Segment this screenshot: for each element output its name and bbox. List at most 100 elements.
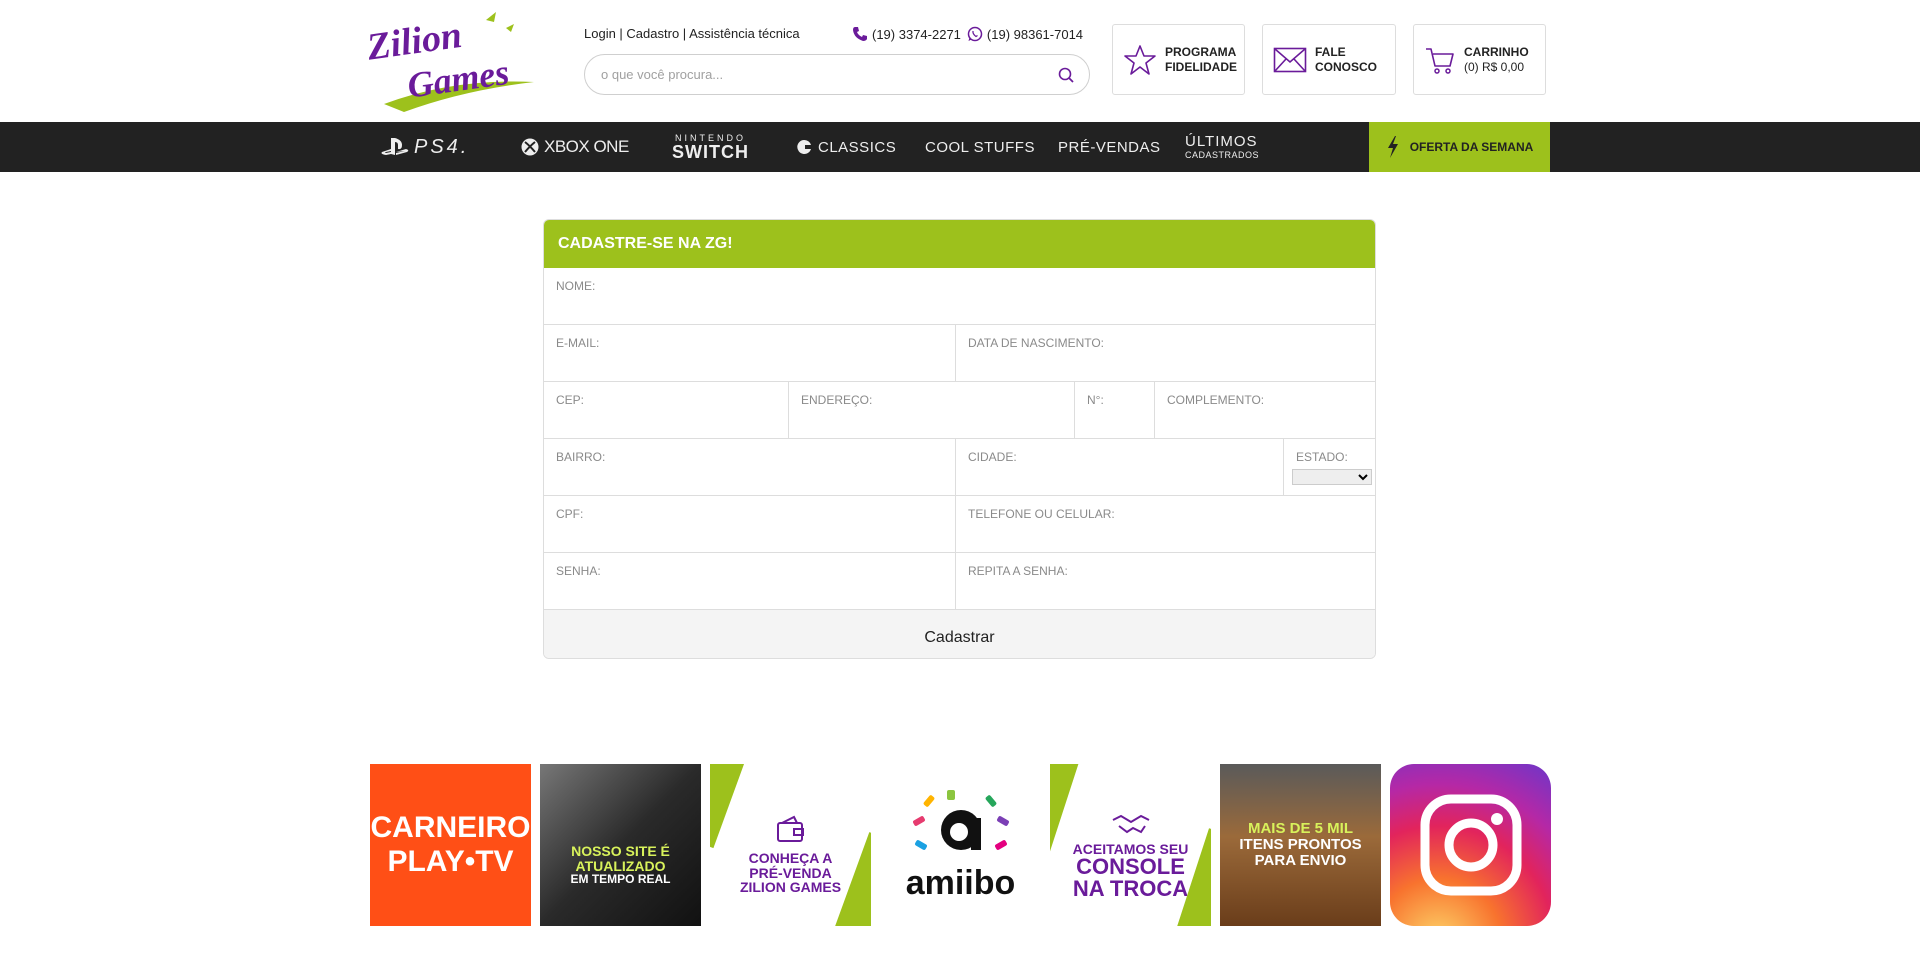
banner-site-atualizado[interactable]: NOSSO SITE É ATUALIZADO EM TEMPO REAL xyxy=(540,764,701,926)
field-endereco: ENDEREÇO: xyxy=(789,382,1075,438)
search-icon[interactable] xyxy=(1057,66,1075,84)
login-link[interactable]: Login xyxy=(584,26,616,41)
nav-classics-label: CLASSICS xyxy=(818,138,897,156)
banner-itens-line1: MAIS DE 5 MIL xyxy=(1247,820,1353,838)
nav-ps4[interactable]: PS4. xyxy=(380,122,469,172)
whatsapp-number[interactable]: (19) 98361-7014 xyxy=(967,26,1083,42)
banner-site-line2: ATUALIZADO xyxy=(575,857,666,874)
numero-input[interactable] xyxy=(1087,407,1142,429)
signup-form-title: CADASTRE-SE NA ZG! xyxy=(544,220,1375,268)
field-nome: NOME: xyxy=(544,268,1375,324)
banner-carneiro-play-tv[interactable]: CARNEIRO PLAY•TV xyxy=(370,764,531,926)
amiibo-logo-icon xyxy=(912,789,1009,850)
complemento-input[interactable] xyxy=(1167,407,1363,429)
green-brush-stroke xyxy=(710,764,745,849)
banner-console-troca[interactable]: ACEITAMOS SEU CONSOLE NA TROCA xyxy=(1050,764,1211,926)
contact-label-2: CONOSCO xyxy=(1315,59,1378,74)
label-complemento: COMPLEMENTO: xyxy=(1167,393,1265,407)
label-repita-senha: REPITA A SENHA: xyxy=(968,564,1068,578)
banner-itens-line2: ITENS PRONTOS xyxy=(1239,836,1362,854)
weekly-offer-button[interactable]: OFERTA DA SEMANA xyxy=(1369,122,1550,172)
nome-input[interactable] xyxy=(556,293,1363,315)
wallet-icon xyxy=(776,815,804,842)
cep-input[interactable] xyxy=(556,407,776,429)
banner-pre-line1: CONHEÇA A xyxy=(748,849,833,866)
label-estado: ESTADO: xyxy=(1296,450,1348,464)
form-row-nome: NOME: xyxy=(544,268,1375,325)
nav-nintendo-switch[interactable]: NINTENDO SWITCH xyxy=(672,122,749,172)
field-nascimento: DATA DE NASCIMENTO: xyxy=(956,325,1375,381)
field-numero: N°: xyxy=(1075,382,1155,438)
nav-cool-stuffs[interactable]: COOL STUFFS xyxy=(925,122,1035,172)
search-input[interactable] xyxy=(601,67,1057,82)
cart-label: CARRINHO xyxy=(1464,44,1529,59)
assistencia-link[interactable]: Assistência técnica xyxy=(689,26,800,41)
loyalty-program-button[interactable]: PROGRAMA FIDELIDADE xyxy=(1112,24,1245,95)
nav-ultimos-label: ÚLTIMOS xyxy=(1185,133,1258,150)
field-email: E-MAIL: xyxy=(544,325,956,381)
weekly-offer-label: OFERTA DA SEMANA xyxy=(1409,140,1534,154)
nav-ultimos-cadastrados[interactable]: ÚLTIMOS CADASTRADOS xyxy=(1185,122,1259,172)
banner-carneiro-line1: CARNEIRO xyxy=(370,811,531,844)
envelope-icon xyxy=(1273,47,1307,72)
cadastro-link[interactable]: Cadastro xyxy=(626,26,679,41)
star-icon xyxy=(1124,44,1156,75)
banner-troca-line2: CONSOLE xyxy=(1076,854,1185,879)
email-input[interactable] xyxy=(556,350,943,372)
banner-amiibo[interactable]: amiibo xyxy=(880,764,1041,926)
account-links: Login | Cadastro | Assistência técnica xyxy=(584,26,800,41)
banner-instagram[interactable] xyxy=(1390,764,1551,926)
banner-carneiro-line2: PLAY•TV xyxy=(387,845,514,878)
phone-text: (19) 3374-2271 xyxy=(872,26,961,42)
banner-itens-prontos[interactable]: MAIS DE 5 MIL ITENS PRONTOS PARA ENVIO xyxy=(1220,764,1381,926)
instagram-icon xyxy=(1420,794,1521,896)
label-nome: NOME: xyxy=(556,279,596,293)
contact-phones: (19) 3374-2271 (19) 98361-7014 xyxy=(852,26,1083,42)
field-senha: SENHA: xyxy=(544,553,956,609)
nav-pre-label: PRÉ-VENDAS xyxy=(1058,138,1161,156)
repita-senha-input[interactable] xyxy=(968,578,1363,600)
cart-button[interactable]: CARRINHO (0) R$ 0,00 xyxy=(1413,24,1546,95)
whatsapp-text: (19) 98361-7014 xyxy=(986,26,1084,42)
loyalty-label-2: FIDELIDADE xyxy=(1165,59,1237,74)
contact-us-button[interactable]: FALE CONOSCO xyxy=(1262,24,1396,95)
handshake-icon xyxy=(1112,814,1149,834)
estado-select[interactable] xyxy=(1292,469,1372,485)
label-email: E-MAIL: xyxy=(556,336,600,350)
xbox-icon xyxy=(521,138,539,156)
field-cidade: CIDADE: xyxy=(956,439,1284,495)
cpf-input[interactable] xyxy=(556,521,943,543)
banner-pre-venda[interactable]: CONHEÇA A PRÉ-VENDA ZILION GAMES xyxy=(710,764,871,926)
zilion-games-logo[interactable]: Zilion Games DESDE 2000 xyxy=(364,8,546,114)
label-numero: N°: xyxy=(1087,393,1104,407)
form-row-bairro: BAIRRO: CIDADE: ESTADO: xyxy=(544,439,1375,496)
phone-number[interactable]: (19) 3374-2271 xyxy=(852,26,961,42)
field-cep: CEP: xyxy=(544,382,789,438)
form-row-email: E-MAIL: DATA DE NASCIMENTO: xyxy=(544,325,1375,382)
phone-icon xyxy=(853,27,867,41)
cidade-input[interactable] xyxy=(968,464,1271,486)
label-cidade: CIDADE: xyxy=(968,450,1017,464)
nav-xbox-label: XBOX ONE xyxy=(544,137,629,156)
nav-xbox-one[interactable]: XBOX ONE xyxy=(520,122,629,172)
form-row-cpf: CPF: TELEFONE OU CELULAR: xyxy=(544,496,1375,553)
banner-troca-line3: NA TROCA xyxy=(1072,876,1189,901)
senha-input[interactable] xyxy=(556,578,943,600)
link-separator: | xyxy=(615,26,627,41)
lightning-icon xyxy=(1387,136,1398,158)
nav-ps4-label: PS4. xyxy=(414,135,470,158)
loyalty-label-1: PROGRAMA xyxy=(1165,44,1237,59)
main-nav: PS4. XBOX ONE NINTENDO SWITCH CLASSICS C… xyxy=(0,122,1920,172)
banner-pre-line2: PRÉ-VENDA xyxy=(749,864,832,881)
signup-form: CADASTRE-SE NA ZG! NOME: E-MAIL: DATA DE… xyxy=(543,219,1376,659)
field-estado: ESTADO: xyxy=(1284,439,1375,495)
birthdate-input[interactable] xyxy=(968,350,1363,372)
cadastrar-button[interactable]: Cadastrar xyxy=(544,610,1375,658)
nav-classics[interactable]: CLASSICS xyxy=(796,122,896,172)
bairro-input[interactable] xyxy=(556,464,943,486)
classics-icon xyxy=(797,139,811,154)
nav-pre-vendas[interactable]: PRÉ-VENDAS xyxy=(1058,122,1161,172)
banner-site-line3: EM TEMPO REAL xyxy=(570,872,671,887)
telefone-input[interactable] xyxy=(968,521,1363,543)
endereco-input[interactable] xyxy=(801,407,1062,429)
